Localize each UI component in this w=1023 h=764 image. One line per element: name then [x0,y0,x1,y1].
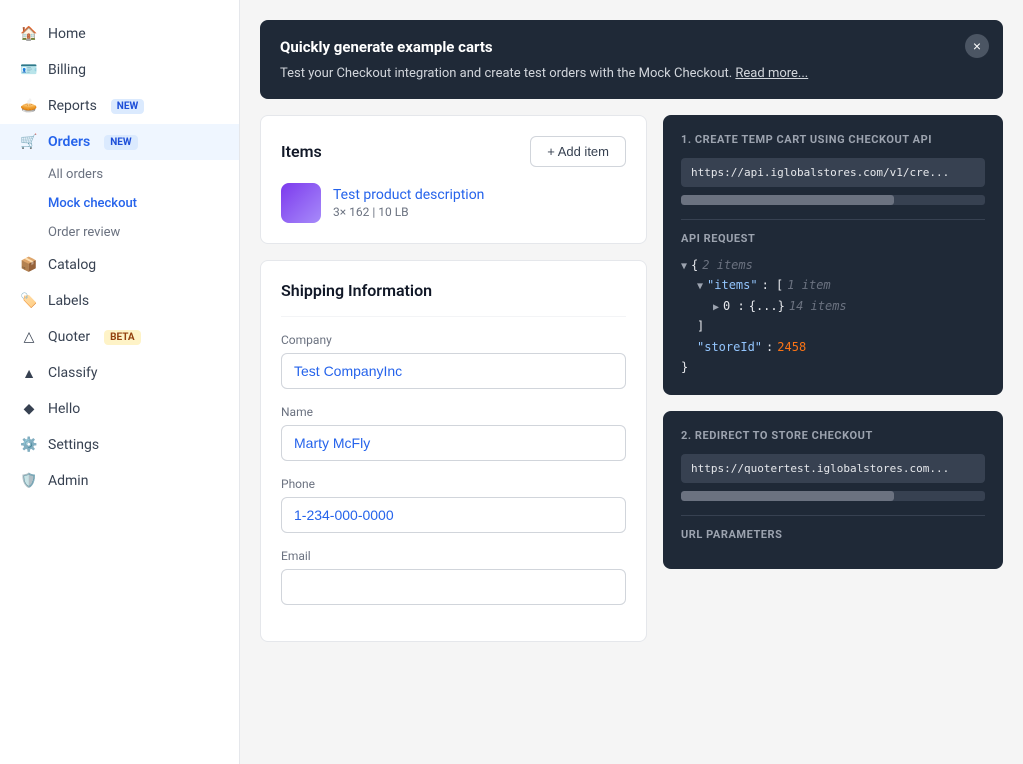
admin-icon: 🛡️ [20,472,38,490]
add-item-button[interactable]: + Add item [530,136,626,167]
product-thumbnail [281,183,321,223]
settings-icon: ⚙️ [20,436,38,454]
api-step-1-label: 1. CREATE TEMP CART USING CHECKOUT API [681,133,985,146]
api-url-2: https://quotertest.iglobalstores.com... [681,454,985,483]
classify-icon: ▲ [20,364,38,382]
catalog-icon: 📦 [20,256,38,274]
right-panel: 1. CREATE TEMP CART USING CHECKOUT API h… [663,115,1003,569]
quoter-badge: BETA [104,330,141,345]
sidebar-sub-all-orders[interactable]: All orders [0,160,239,189]
banner-close-button[interactable]: × [965,34,989,58]
email-label: Email [281,549,626,563]
sidebar-item-hello[interactable]: ◆ Hello [0,391,239,427]
api-card-2: 2. REDIRECT TO STORE CHECKOUT https://qu… [663,411,1003,569]
api-card-1: 1. CREATE TEMP CART USING CHECKOUT API h… [663,115,1003,395]
sidebar-item-quoter[interactable]: △ Quoter BETA [0,319,239,355]
sidebar-item-catalog[interactable]: 📦 Catalog [0,247,239,283]
reports-badge: NEW [111,99,144,114]
sidebar-sub-order-review[interactable]: Order review [0,218,239,247]
shipping-title: Shipping Information [281,281,626,317]
items-header: Items + Add item [281,136,626,167]
api-scrollbar-1[interactable] [681,195,985,205]
items-card: Items + Add item Test product descriptio… [260,115,647,244]
sidebar-item-admin[interactable]: 🛡️ Admin [0,463,239,499]
code-line-5: "storeId" : 2458 [681,337,985,357]
product-row: Test product description 3× 162 | 10 LB [281,183,626,223]
api-scrollbar-2[interactable] [681,491,985,501]
banner-read-more-link[interactable]: Read more... [735,66,808,81]
email-input[interactable] [281,569,626,605]
sidebar-sub-mock-checkout[interactable]: Mock checkout [0,189,239,218]
expand-icon-3 [713,296,719,316]
shipping-card: Shipping Information Company Name Phone … [260,260,647,642]
code-line-2: "items" : [ 1 item [681,275,985,295]
sidebar-item-billing[interactable]: 🪪 Billing [0,52,239,88]
email-field-group: Email [281,549,626,605]
api-divider-2 [681,515,985,516]
company-label: Company [281,333,626,347]
product-info: Test product description 3× 162 | 10 LB [333,187,484,219]
reports-icon: 🥧 [20,97,38,115]
home-icon: 🏠 [20,25,38,43]
product-meta: 3× 162 | 10 LB [333,205,484,219]
billing-icon: 🪪 [20,61,38,79]
name-field-group: Name [281,405,626,461]
phone-label: Phone [281,477,626,491]
url-params-label: URL PARAMETERS [681,528,985,541]
code-line-1: { 2 items [681,255,985,275]
code-line-6: } [681,357,985,377]
sidebar-item-home[interactable]: 🏠 Home [0,16,239,52]
sidebar-item-labels[interactable]: 🏷️ Labels [0,283,239,319]
main-content: Quickly generate example carts Test your… [240,0,1023,764]
sidebar-item-reports[interactable]: 🥧 Reports NEW [0,88,239,124]
sidebar: 🏠 Home 🪪 Billing 🥧 Reports NEW 🛒 Orders … [0,0,240,764]
api-url-1: https://api.iglobalstores.com/v1/cre... [681,158,985,187]
labels-icon: 🏷️ [20,292,38,310]
expand-icon-1 [681,255,687,275]
orders-badge: NEW [104,135,137,150]
left-panel: Items + Add item Test product descriptio… [260,115,647,642]
orders-icon: 🛒 [20,133,38,151]
banner: Quickly generate example carts Test your… [260,20,1003,99]
company-field-group: Company [281,333,626,389]
code-line-4: ] [681,316,985,336]
product-name: Test product description [333,187,484,203]
company-input[interactable] [281,353,626,389]
api-step-2-label: 2. REDIRECT TO STORE CHECKOUT [681,429,985,442]
api-request-label: API REQUEST [681,232,985,245]
code-line-3: 0 : {...} 14 items [681,296,985,316]
items-title: Items [281,142,322,161]
api-code-block: { 2 items "items" : [ 1 item 0 : {...} 1… [681,255,985,377]
banner-title: Quickly generate example carts [280,38,983,56]
quoter-icon: △ [20,328,38,346]
name-label: Name [281,405,626,419]
sidebar-item-classify[interactable]: ▲ Classify [0,355,239,391]
hello-icon: ◆ [20,400,38,418]
expand-icon-2 [697,275,703,295]
phone-input[interactable] [281,497,626,533]
banner-text: Test your Checkout integration and creat… [280,66,983,81]
sidebar-item-settings[interactable]: ⚙️ Settings [0,427,239,463]
name-input[interactable] [281,425,626,461]
api-divider-1 [681,219,985,220]
content-row: Items + Add item Test product descriptio… [260,115,1003,642]
sidebar-item-orders[interactable]: 🛒 Orders NEW [0,124,239,160]
phone-field-group: Phone [281,477,626,533]
